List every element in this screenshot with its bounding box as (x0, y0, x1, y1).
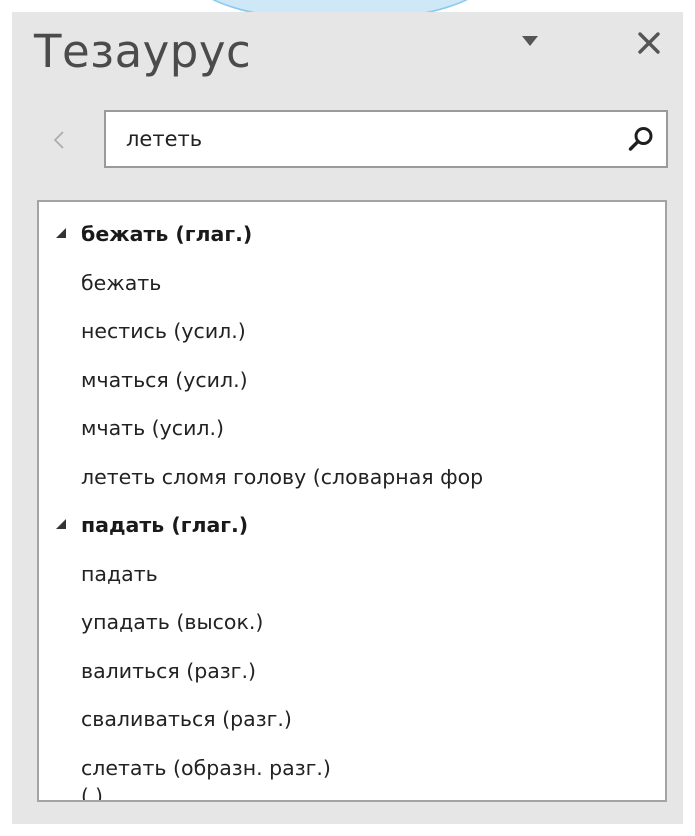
close-button[interactable] (632, 26, 666, 60)
result-label: нестись (усил.) (81, 319, 246, 343)
result-item[interactable]: мчать (усил.) (39, 404, 665, 453)
result-group-header[interactable]: бежать (глаг.) (39, 210, 665, 259)
result-label: падать (глаг.) (81, 513, 249, 537)
search-input[interactable] (106, 112, 666, 166)
result-item[interactable]: сваливаться (разг.) (39, 695, 665, 744)
result-label: валиться (разг.) (81, 658, 256, 683)
result-group-header[interactable]: падать (глаг.) (39, 501, 665, 550)
pane-header: Тезаурус (12, 12, 683, 92)
results-inner: бежать (глаг.) бежать нестись (усил.) мчать… (39, 210, 665, 792)
result-label: падать (81, 561, 158, 586)
search-button[interactable] (622, 120, 660, 158)
close-icon (638, 32, 660, 54)
back-button[interactable] (47, 122, 71, 158)
search-box (104, 110, 668, 168)
result-item[interactable]: упадать (высок.) (39, 598, 665, 647)
partially-hidden-row: ( ) (39, 784, 665, 800)
results-list[interactable]: бежать (глаг.) бежать нестись (усил.) мчать… (37, 200, 667, 802)
result-label: мчаться (усил.) (81, 367, 248, 392)
result-label: упадать (высок.) (81, 610, 264, 634)
result-label: сваливаться (разг.) (81, 707, 292, 731)
search-icon (628, 127, 653, 151)
chevron-left-icon (53, 131, 64, 149)
result-item[interactable]: бежать (39, 259, 665, 308)
result-label: бежать (глаг.) (81, 222, 253, 246)
expanded-triangle-icon[interactable] (55, 227, 67, 239)
result-item[interactable]: падать (39, 550, 665, 599)
pane-options-button[interactable] (517, 28, 543, 54)
result-item[interactable]: лететь сломя голову (словарная фор (39, 453, 665, 502)
chevron-down-icon (522, 36, 538, 46)
thesaurus-pane: Тезаурус бежать (глаг.) бежать нестись (ус… (12, 12, 683, 824)
result-label: мчать (усил.) (81, 416, 225, 440)
result-label: лететь сломя голову (словарная фор (81, 464, 484, 489)
partially-hidden-text: ( ) (81, 784, 103, 800)
pane-title: Тезаурус (34, 25, 252, 78)
result-label: бежать (81, 270, 162, 295)
expanded-triangle-icon[interactable] (55, 518, 67, 530)
result-item[interactable]: нестись (усил.) (39, 307, 665, 356)
result-item[interactable]: мчаться (усил.) (39, 356, 665, 405)
result-item[interactable]: валиться (разг.) (39, 647, 665, 696)
